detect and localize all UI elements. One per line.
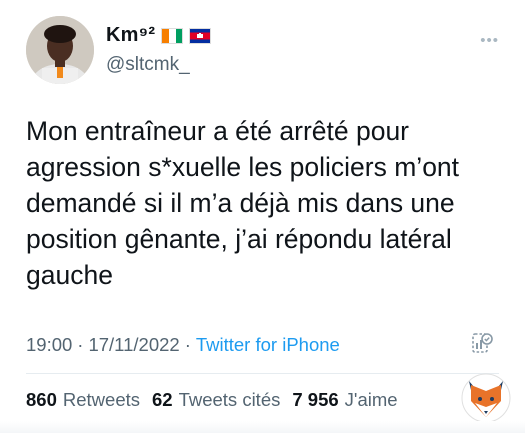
display-name[interactable]: Km⁹² xyxy=(106,24,155,47)
retweets-count: 860 xyxy=(26,389,57,410)
bottom-edge xyxy=(0,421,525,433)
flag-cambodia-icon xyxy=(189,27,212,44)
tweet-card: Km⁹² @sltcmk_ ••• Mon entraîneur a été a… xyxy=(0,0,525,433)
user-handle[interactable]: @sltcmk_ xyxy=(106,54,190,76)
avatar-image xyxy=(26,16,94,84)
retweets-stat[interactable]: 860 Retweets xyxy=(26,389,140,411)
tweet-stats: 860 Retweets 62 Tweets cités 7 956 J'aim… xyxy=(26,389,404,411)
meta-separator: · xyxy=(77,334,84,355)
flag-ivory-coast-icon xyxy=(161,27,184,44)
tweet-analytics-icon[interactable] xyxy=(471,332,493,356)
likes-stat[interactable]: 7 956 J'aime xyxy=(292,389,397,411)
fox-logo-icon xyxy=(461,373,511,423)
likes-count: 7 956 xyxy=(292,389,339,410)
user-name-row: Km⁹² xyxy=(106,24,212,47)
quotes-count: 62 xyxy=(152,389,173,410)
tweet-text: Mon entraîneur a été arrêté pour agressi… xyxy=(26,116,460,290)
avatar[interactable] xyxy=(26,16,94,84)
tweet-meta: 19:00 · 17/11/2022 · Twitter for iPhone xyxy=(26,334,340,356)
tweet-date[interactable]: 17/11/2022 xyxy=(88,334,179,356)
more-options-icon[interactable]: ••• xyxy=(480,32,499,49)
retweets-label: Retweets xyxy=(62,389,140,410)
divider xyxy=(26,373,499,374)
meta-separator: · xyxy=(184,334,191,355)
tweet-time[interactable]: 19:00 xyxy=(26,334,72,356)
tweet-source-link[interactable]: Twitter for iPhone xyxy=(196,334,340,356)
quotes-stat[interactable]: 62 Tweets cités xyxy=(152,389,280,411)
likes-label: J'aime xyxy=(344,389,398,410)
quotes-label: Tweets cités xyxy=(178,389,281,410)
